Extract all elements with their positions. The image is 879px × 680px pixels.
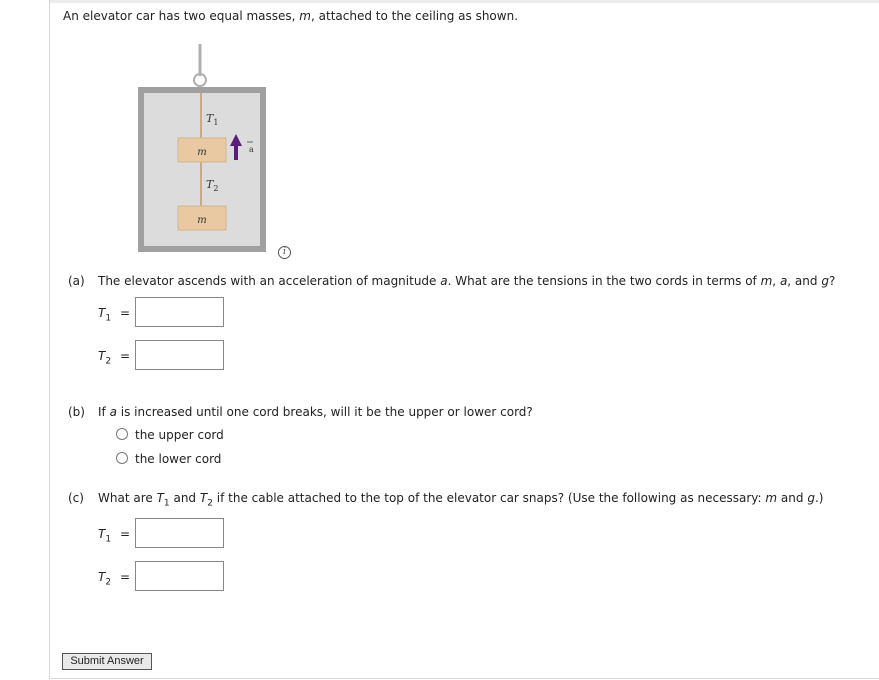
lower-mass-label: m bbox=[197, 215, 206, 226]
upper-mass-label: m bbox=[197, 147, 206, 158]
problem-intro: An elevator car has two equal masses, m,… bbox=[63, 9, 519, 23]
equals-sign: = bbox=[120, 570, 131, 584]
part-c-t1-input[interactable] bbox=[135, 518, 224, 548]
part-a-t2-input[interactable] bbox=[135, 340, 224, 370]
option-upper-cord[interactable]: the upper cord bbox=[116, 428, 224, 442]
option-lower-cord[interactable]: the lower cord bbox=[116, 452, 221, 466]
radio-button[interactable] bbox=[116, 452, 128, 464]
equals-sign: = bbox=[120, 306, 131, 320]
radio-button[interactable] bbox=[116, 428, 128, 440]
t1-label: T1 bbox=[98, 527, 112, 545]
t2-label: T2 bbox=[98, 570, 112, 588]
t1-label: T1 bbox=[98, 306, 112, 324]
submit-answer-button[interactable]: Submit Answer bbox=[62, 653, 152, 670]
equals-sign: = bbox=[120, 527, 131, 541]
part-a-t1-input[interactable] bbox=[135, 297, 224, 327]
elevator-figure: m m T1 T2 a bbox=[138, 44, 266, 252]
part-c-t2-input[interactable] bbox=[135, 561, 224, 591]
part-a-question: (a) The elevator ascends with an accelera… bbox=[68, 274, 836, 288]
info-icon[interactable]: i bbox=[278, 246, 291, 259]
part-b-question: (b) If a is increased until one cord brea… bbox=[68, 405, 533, 419]
equals-sign: = bbox=[120, 349, 131, 363]
part-c-question: (c) What are T1 and T2 if the cable attac… bbox=[68, 491, 824, 509]
t2-label: T2 bbox=[98, 349, 112, 367]
accel-label: a bbox=[249, 145, 254, 154]
acceleration-arrow-shaft bbox=[234, 146, 238, 160]
